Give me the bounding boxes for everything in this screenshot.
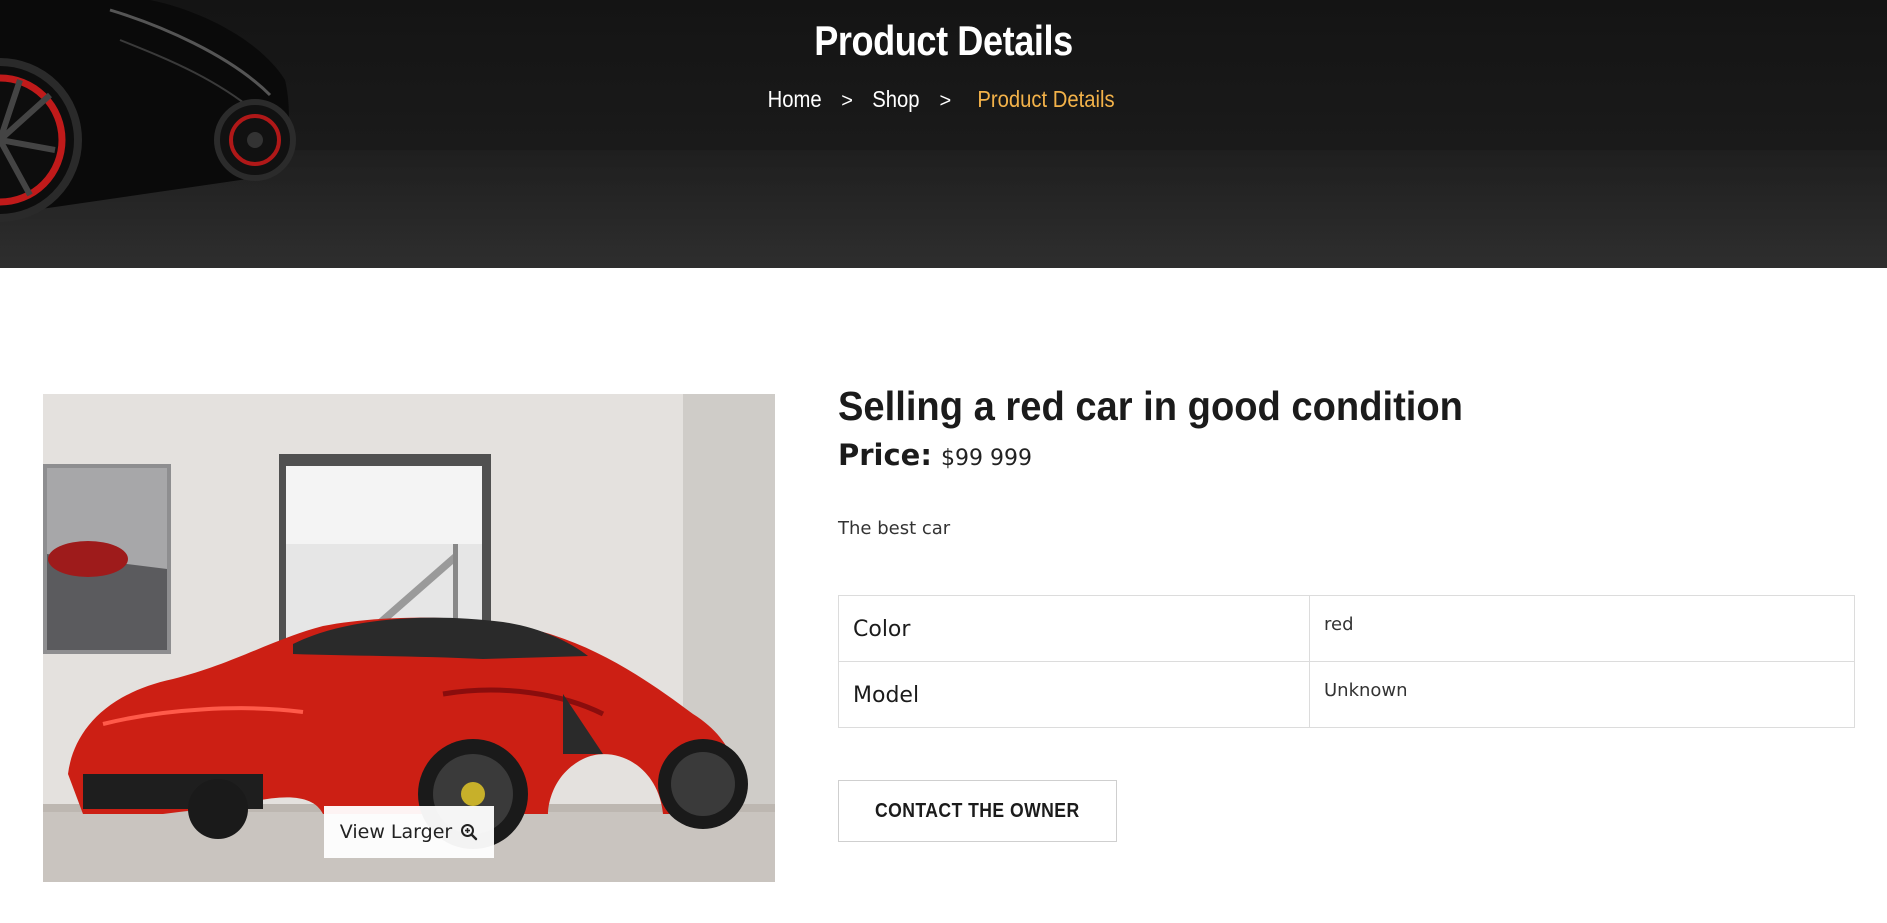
table-row: Color red [838,595,1855,662]
breadcrumb-current: Product Details [976,86,1115,112]
product-title: Selling a red car in good condition [838,383,1463,429]
breadcrumb: Home > Shop > Product Details [0,86,1887,113]
contact-owner-button[interactable]: CONTACT THE OWNER [838,780,1117,842]
breadcrumb-separator: > [841,90,853,112]
product-description: The best car [838,518,951,539]
view-larger-button[interactable]: View Larger [324,806,494,858]
zoom-in-icon [461,824,478,841]
table-row: Model Unknown [838,661,1855,728]
price-row: Price: $99 999 [838,438,1032,472]
contact-owner-label: CONTACT THE OWNER [875,799,1080,822]
breadcrumb-shop-link[interactable]: Shop [873,86,920,113]
breadcrumb-separator: > [939,90,952,112]
page-hero-banner: Product Details Home > Shop > Product De… [0,0,1887,268]
view-larger-label: View Larger [339,821,453,843]
product-image[interactable]: View Larger [43,394,775,882]
spec-value-model: Unknown [1309,661,1855,728]
specs-table: Color red Model Unknown [838,595,1855,728]
spec-key-color: Color [838,595,1310,662]
spec-value-color: red [1309,595,1855,662]
price-value: $99 999 [941,446,1033,471]
page-title: Product Details [814,17,1073,64]
price-label: Price: [838,438,932,472]
breadcrumb-home-link[interactable]: Home [767,86,821,113]
spec-key-model: Model [838,661,1310,728]
